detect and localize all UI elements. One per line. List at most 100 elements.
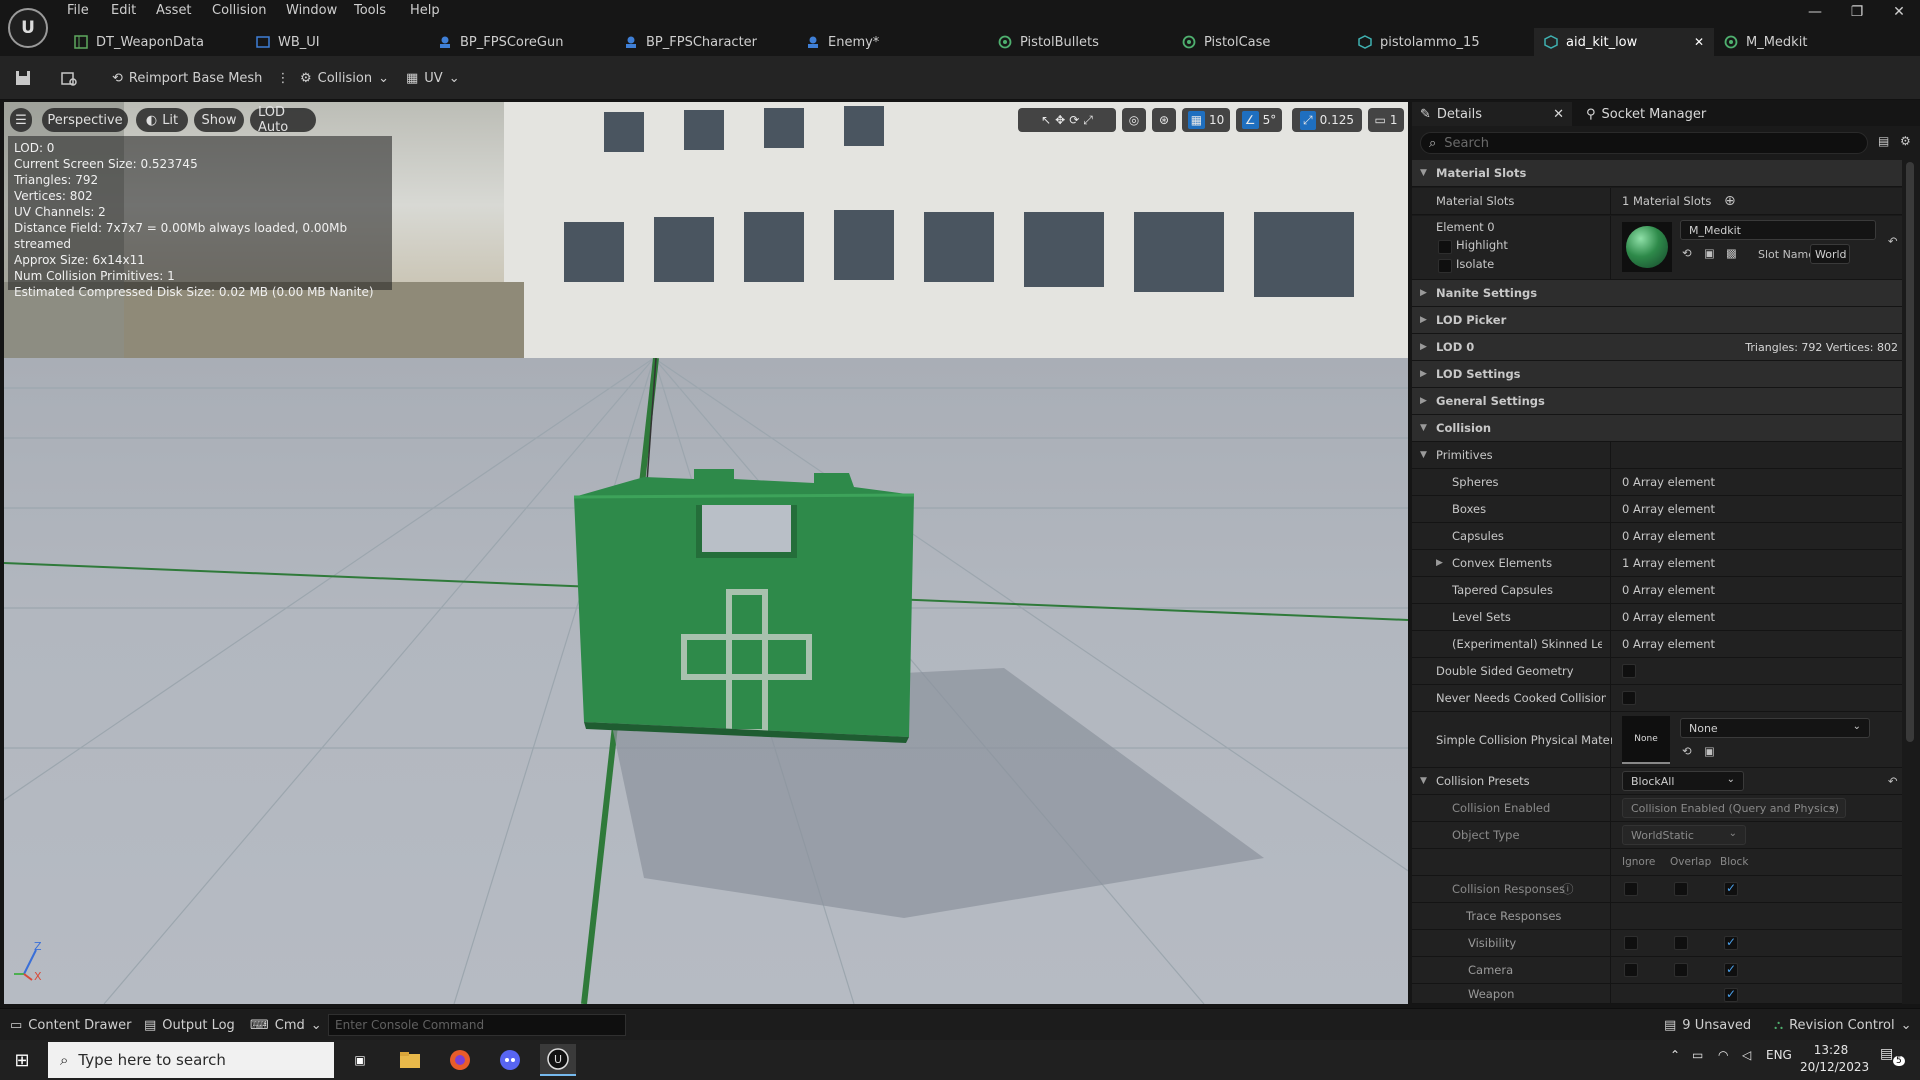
firefox-icon[interactable] — [442, 1044, 478, 1076]
category-lod-picker[interactable]: ▶ LOD Picker — [1412, 307, 1902, 334]
category-general-settings[interactable]: ▶ General Settings — [1412, 388, 1902, 415]
material-picker[interactable]: M_Medkit — [1680, 220, 1876, 240]
close-tab-icon[interactable]: ✕ — [1694, 35, 1704, 49]
unreal-logo-icon[interactable]: U — [8, 8, 48, 48]
tab-details[interactable]: ✎ Details ✕ — [1412, 102, 1572, 126]
language-indicator[interactable]: ENG — [1766, 1048, 1792, 1062]
object-type-dropdown[interactable]: WorldStatic ⌄ — [1622, 825, 1746, 845]
details-search-input[interactable]: ⌕ Search — [1420, 132, 1868, 154]
lod-auto-button[interactable]: LOD Auto — [250, 105, 316, 135]
menu-collision[interactable]: Collision — [212, 3, 266, 21]
browse-icon[interactable]: ▣ — [1704, 744, 1715, 758]
tab-pistolammo-15[interactable]: pistolammo_15 — [1348, 28, 1528, 56]
menu-file[interactable]: File — [67, 3, 89, 21]
category-lod-0[interactable]: ▶ LOD 0 Triangles: 792 Vertices: 802 — [1412, 334, 1902, 361]
menu-edit[interactable]: Edit — [111, 3, 136, 21]
transform-tools-group[interactable]: ↖ ✥ ⟳ ⤢ — [1018, 108, 1116, 132]
collision-dropdown[interactable]: ⚙ Collision ⌄ — [300, 66, 389, 90]
tab-wb-ui[interactable]: WB_UI — [246, 28, 426, 56]
menu-help[interactable]: Help — [410, 3, 440, 21]
tab-bp-fpscoregun[interactable]: BP_FPSCoreGun — [428, 28, 608, 56]
isolate-checkbox[interactable] — [1438, 259, 1452, 273]
unsaved-button[interactable]: ▤ 9 Unsaved — [1664, 1016, 1751, 1034]
scale-icon[interactable]: ⤢ — [1083, 113, 1093, 128]
block-checkbox[interactable] — [1724, 962, 1738, 977]
primitives-row[interactable]: ▼ Primitives — [1412, 442, 1902, 469]
overlap-checkbox[interactable] — [1674, 963, 1688, 977]
phys-mat-thumbnail[interactable]: None — [1622, 716, 1670, 764]
close-window-icon[interactable]: ✕ — [1884, 4, 1914, 26]
more-options-icon[interactable]: ⋮ — [276, 71, 289, 86]
save-icon[interactable] — [14, 66, 32, 90]
add-slot-icon[interactable]: ⊕ — [1724, 193, 1736, 209]
minimize-icon[interactable]: — — [1800, 4, 1830, 26]
checker-icon[interactable]: ▩ — [1726, 246, 1737, 260]
reset-arrow-icon[interactable]: ↶ — [1888, 774, 1898, 788]
ignore-checkbox[interactable] — [1624, 882, 1638, 896]
material-thumbnail[interactable] — [1622, 222, 1672, 272]
highlight-checkbox[interactable] — [1438, 240, 1452, 254]
revision-control-button[interactable]: ⛬ Revision Control ⌄ — [1774, 1016, 1911, 1034]
tab-m-medkit[interactable]: M_Medkit — [1714, 28, 1894, 56]
lit-button[interactable]: ◐ Lit — [136, 108, 188, 132]
surface-snap-icon[interactable]: ⊛ — [1152, 108, 1176, 132]
browse-asset-icon[interactable] — [60, 66, 78, 90]
close-details-icon[interactable]: ✕ — [1553, 107, 1564, 122]
category-material-slots[interactable]: ▼ Material Slots — [1412, 160, 1902, 187]
browse-icon[interactable]: ▣ — [1704, 246, 1715, 260]
file-explorer-icon[interactable] — [392, 1044, 428, 1076]
use-selected-icon[interactable]: ⟲ — [1682, 246, 1692, 260]
tab-socket-manager[interactable]: ⚲ Socket Manager — [1578, 102, 1728, 126]
overlap-checkbox[interactable] — [1674, 936, 1688, 950]
tab-pistolbullets[interactable]: PistolBullets — [988, 28, 1168, 56]
settings-gear-icon[interactable]: ⚙ — [1900, 134, 1911, 148]
restore-icon[interactable]: ❐ — [1842, 4, 1872, 26]
primitive-row-convex[interactable]: ▶ Convex Elements 1 Array element — [1412, 550, 1902, 577]
collision-presets-dropdown[interactable]: BlockAll ⌄ — [1622, 771, 1744, 791]
reimport-base-mesh-button[interactable]: ⟲ Reimport Base Mesh ⋮ — [112, 66, 289, 90]
details-scrollbar[interactable] — [1906, 162, 1914, 742]
world-local-icon[interactable]: ◎ — [1122, 108, 1146, 132]
tab-bp-fpscharacter[interactable]: BP_FPSCharacter — [614, 28, 794, 56]
task-view-icon[interactable]: ▣ — [342, 1044, 378, 1076]
output-log-button[interactable]: ▤ Output Log — [144, 1016, 235, 1034]
wifi-icon[interactable]: ◠ — [1718, 1048, 1728, 1062]
select-icon[interactable]: ↖ — [1041, 113, 1051, 127]
category-nanite-settings[interactable]: ▶ Nanite Settings — [1412, 280, 1902, 307]
windows-start-icon[interactable]: ⊞ — [4, 1044, 40, 1076]
taskbar-search-input[interactable]: ⌕ Type here to search — [48, 1042, 334, 1078]
uv-dropdown[interactable]: ▦ UV ⌄ — [406, 66, 460, 90]
block-checkbox[interactable] — [1724, 935, 1738, 950]
console-input[interactable]: Enter Console Command — [328, 1014, 626, 1036]
category-lod-settings[interactable]: ▶ LOD Settings — [1412, 361, 1902, 388]
ignore-checkbox[interactable] — [1624, 936, 1638, 950]
tab-aid-kit-low[interactable]: aid_kit_low ✕ — [1534, 28, 1714, 56]
never-cooked-checkbox[interactable] — [1622, 691, 1636, 705]
menu-window[interactable]: Window — [286, 3, 337, 21]
battery-icon[interactable]: ▭ — [1692, 1048, 1703, 1062]
table-view-icon[interactable]: ▤ — [1878, 134, 1889, 148]
content-drawer-button[interactable]: ▭ Content Drawer — [10, 1016, 131, 1034]
rotation-snap-button[interactable]: ∠ 5° — [1236, 108, 1282, 132]
category-collision[interactable]: ▼ Collision — [1412, 415, 1902, 442]
tab-enemy[interactable]: Enemy* — [796, 28, 976, 56]
scale-snap-button[interactable]: ⤢ 0.125 — [1292, 108, 1362, 132]
volume-icon[interactable]: ◁ — [1742, 1048, 1751, 1062]
rotate-icon[interactable]: ⟳ — [1069, 113, 1079, 127]
tab-dt-weapondata[interactable]: DT_WeaponData — [64, 28, 244, 56]
menu-asset[interactable]: Asset — [156, 3, 192, 21]
cmd-dropdown[interactable]: ⌨ Cmd ⌄ — [250, 1016, 322, 1034]
move-icon[interactable]: ✥ — [1055, 113, 1065, 127]
use-selected-icon[interactable]: ⟲ — [1682, 744, 1692, 758]
help-icon[interactable]: ⓘ — [1562, 881, 1574, 897]
block-checkbox[interactable] — [1724, 881, 1738, 896]
reset-arrow-icon[interactable]: ↶ — [1888, 234, 1898, 248]
overlap-checkbox[interactable] — [1674, 882, 1688, 896]
unreal-taskbar-icon[interactable]: U — [540, 1044, 576, 1076]
camera-speed-button[interactable]: ▭ 1 — [1368, 108, 1404, 132]
tray-chevron-icon[interactable]: ⌃ — [1670, 1048, 1680, 1062]
collision-enabled-dropdown[interactable]: Collision Enabled (Query and Physics) ⌄ — [1622, 798, 1846, 818]
grid-snap-button[interactable]: ▦ 10 — [1182, 108, 1230, 132]
ignore-checkbox[interactable] — [1624, 963, 1638, 977]
discord-icon[interactable] — [492, 1044, 528, 1076]
